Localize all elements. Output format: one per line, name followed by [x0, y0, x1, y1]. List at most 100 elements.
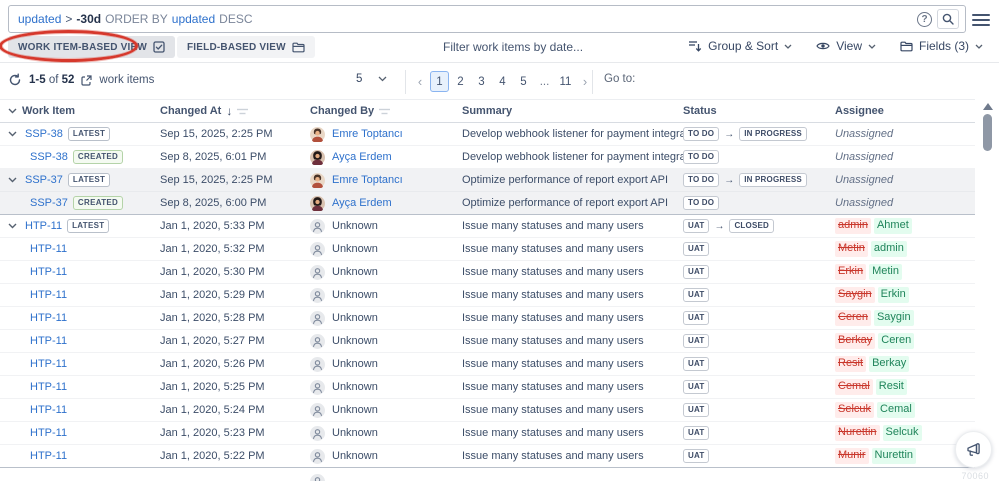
work-item-key-link[interactable]: HTP-11 — [25, 220, 62, 232]
sort-desc-icon[interactable]: ↓ — [226, 104, 232, 118]
prev-page-icon[interactable]: ‹ — [412, 74, 428, 89]
scrollbar-thumb[interactable] — [983, 114, 992, 151]
jql-query-input[interactable]: updated>-30dORDER BYupdatedDESC ? — [8, 5, 966, 33]
work-item-key-link[interactable]: SSP-38 — [25, 128, 63, 140]
changed-by-cell: Unknown — [310, 265, 462, 280]
table-row[interactable]: HTP-11Jan 1, 2020, 5:27 PMUnknownIssue m… — [0, 330, 975, 353]
work-item-cell: HTP-11 — [0, 358, 160, 370]
work-item-cell: HTP-11 — [0, 312, 160, 324]
changed-by-name: Unknown — [332, 243, 378, 255]
changed-by-name: Unknown — [332, 404, 378, 416]
view-button[interactable]: View — [816, 39, 876, 53]
status-cell: UAT→CLOSED — [683, 219, 835, 234]
chevron-down-icon[interactable] — [8, 108, 17, 114]
table-row-partial[interactable] — [0, 468, 975, 481]
announcement-button[interactable] — [955, 431, 992, 468]
changed-by-name[interactable]: Emre Toptancı — [332, 128, 403, 140]
work-item-key-link[interactable]: HTP-11 — [30, 266, 67, 278]
page-button-2[interactable]: 2 — [451, 71, 470, 92]
user-avatar — [310, 150, 325, 165]
assignee-new-value: Metin — [869, 264, 902, 280]
table-row[interactable]: HTP-11Jan 1, 2020, 5:28 PMUnknownIssue m… — [0, 307, 975, 330]
status-badge: UAT — [683, 403, 709, 418]
page-button-1[interactable]: 1 — [430, 71, 449, 92]
table-row[interactable]: SSP-38CREATEDSep 8, 2025, 6:01 PMAyça Er… — [0, 146, 975, 169]
fields-button[interactable]: Fields (3) — [900, 39, 983, 53]
search-icon[interactable] — [937, 9, 959, 29]
menu-icon[interactable] — [972, 11, 990, 29]
changed-by-name: Unknown — [332, 312, 378, 324]
work-item-key-link[interactable]: HTP-11 — [30, 358, 67, 370]
work-item-key-link[interactable]: HTP-11 — [30, 289, 67, 301]
work-item-key-link[interactable]: HTP-11 — [30, 450, 67, 462]
changed-by-cell: Ayça Erdem — [310, 150, 462, 165]
filter-icon[interactable] — [379, 108, 390, 115]
changed-by-name: Unknown — [332, 220, 378, 232]
work-item-key-link[interactable]: HTP-11 — [30, 381, 67, 393]
results-items-label: work items — [99, 74, 154, 86]
table-row[interactable]: SSP-37CREATEDSep 8, 2025, 6:00 PMAyça Er… — [0, 192, 975, 215]
work-item-key-link[interactable]: SSP-38 — [30, 151, 68, 163]
expand-chevron-icon[interactable] — [8, 223, 20, 229]
changed-by-name[interactable]: Ayça Erdem — [332, 151, 392, 163]
table-row[interactable]: HTP-11Jan 1, 2020, 5:24 PMUnknownIssue m… — [0, 399, 975, 422]
page-button-3[interactable]: 3 — [472, 71, 491, 92]
changed-by-name: Unknown — [332, 450, 378, 462]
goto-page-control[interactable]: Go to: — [604, 73, 635, 85]
table-row[interactable]: HTP-11Jan 1, 2020, 5:30 PMUnknownIssue m… — [0, 261, 975, 284]
expand-chevron-icon[interactable] — [8, 131, 20, 137]
work-item-key-link[interactable]: SSP-37 — [30, 197, 68, 209]
header-status[interactable]: Status — [683, 105, 835, 117]
group-sort-button[interactable]: Group & Sort — [688, 39, 792, 53]
table-row[interactable]: HTP-11LATESTJan 1, 2020, 5:33 PMUnknownI… — [0, 215, 975, 238]
table-row[interactable]: HTP-11Jan 1, 2020, 5:26 PMUnknownIssue m… — [0, 353, 975, 376]
filter-icon[interactable] — [237, 108, 248, 115]
header-changed-by[interactable]: Changed By — [310, 105, 462, 117]
filter-by-date-button[interactable]: Filter work items by date... — [443, 40, 583, 54]
status-badge: UAT — [683, 426, 709, 441]
changed-by-name[interactable]: Ayça Erdem — [332, 197, 392, 209]
assignee-cell: Unassigned — [835, 151, 975, 163]
pagination-bar: 1-5 of 52 work items 5 ‹ 12345...11 › Go… — [0, 68, 999, 96]
work-item-cell: HTP-11 — [0, 404, 160, 416]
expand-chevron-icon[interactable] — [8, 177, 20, 183]
work-item-key-link[interactable]: HTP-11 — [30, 312, 67, 324]
page-button-5[interactable]: 5 — [514, 71, 533, 92]
pager: ‹ 12345...11 › — [412, 71, 593, 92]
table-row[interactable]: HTP-11Jan 1, 2020, 5:23 PMUnknownIssue m… — [0, 422, 975, 445]
vertical-scrollbar[interactable] — [980, 100, 995, 480]
status-change-arrow: → — [724, 129, 734, 140]
help-icon[interactable]: ? — [917, 12, 932, 27]
header-assignee[interactable]: Assignee — [835, 105, 975, 117]
header-summary[interactable]: Summary — [462, 105, 683, 117]
work-item-key-link[interactable]: HTP-11 — [30, 335, 67, 347]
page-button-4[interactable]: 4 — [493, 71, 512, 92]
refresh-icon[interactable] — [8, 73, 22, 87]
table-row[interactable]: HTP-11Jan 1, 2020, 5:25 PMUnknownIssue m… — [0, 376, 975, 399]
header-work-item[interactable]: Work Item — [0, 105, 160, 117]
changed-by-name[interactable]: Emre Toptancı — [332, 174, 403, 186]
work-item-key-link[interactable]: HTP-11 — [30, 427, 67, 439]
work-item-key-link[interactable]: HTP-11 — [30, 243, 67, 255]
work-item-key-link[interactable]: HTP-11 — [30, 404, 67, 416]
page-button-11[interactable]: 11 — [556, 71, 575, 92]
header-changed-at[interactable]: Changed At ↓ — [160, 104, 310, 118]
history-table: Work Item Changed At ↓ Changed By Summar… — [0, 99, 975, 481]
table-row[interactable]: HTP-11Jan 1, 2020, 5:22 PMUnknownIssue m… — [0, 445, 975, 468]
tab-work-item-based-view[interactable]: WORK ITEM-BASED VIEW — [8, 36, 175, 58]
tab-field-based-view[interactable]: FIELD-BASED VIEW — [177, 36, 315, 58]
table-row[interactable]: SSP-37LATESTSep 15, 2025, 2:25 PMEmre To… — [0, 169, 975, 192]
changed-at-cell: Jan 1, 2020, 5:24 PM — [160, 404, 310, 416]
table-row[interactable]: HTP-11Jan 1, 2020, 5:29 PMUnknownIssue m… — [0, 284, 975, 307]
table-row[interactable]: HTP-11Jan 1, 2020, 5:32 PMUnknownIssue m… — [0, 238, 975, 261]
scroll-up-icon[interactable] — [983, 103, 993, 110]
summary-cell: Optimize performance of report export AP… — [462, 197, 683, 209]
page-size-select[interactable]: 5 — [356, 73, 387, 85]
next-page-icon[interactable]: › — [577, 74, 593, 89]
external-link-icon[interactable] — [81, 75, 92, 86]
status-cell: UAT — [683, 334, 835, 349]
table-header-row: Work Item Changed At ↓ Changed By Summar… — [0, 100, 975, 123]
results-total: 52 — [62, 74, 75, 86]
work-item-key-link[interactable]: SSP-37 — [25, 174, 63, 186]
table-row[interactable]: SSP-38LATESTSep 15, 2025, 2:25 PMEmre To… — [0, 123, 975, 146]
